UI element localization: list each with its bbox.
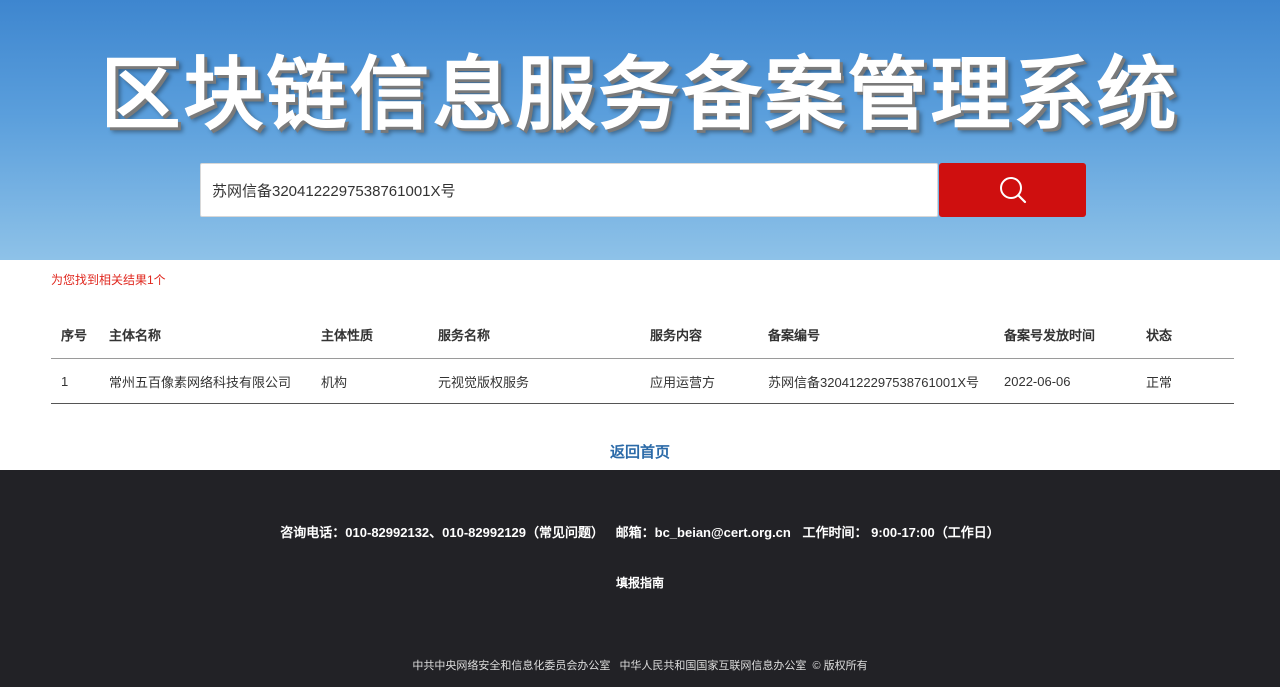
column-header: 服务内容 (650, 310, 768, 359)
table-cell: 正常 (1146, 358, 1234, 404)
table-cell: 苏网信备32041222975387610​01X号 (768, 358, 1004, 404)
table-row: 1 常州五百像素网络科技有限公司 机构 元视觉版权服务 应用运营方 苏网信备32… (51, 358, 1234, 404)
column-header: 状态 (1146, 310, 1234, 359)
search-box[interactable] (200, 163, 938, 217)
copyright: 中共中央网络安全和信息化委员会办公室 中华人民共和国国家互联网信息办公室 © 版权… (0, 657, 1280, 673)
search-button[interactable] (939, 163, 1086, 217)
table-cell: 常州五百像素网络科技有限公司 (109, 358, 321, 404)
search-icon (999, 177, 1026, 204)
column-header: 主体名称 (109, 310, 321, 359)
column-header: 备案号发放时间 (1004, 310, 1146, 359)
column-header: 服务名称 (438, 310, 650, 359)
column-header: 主体性质 (321, 310, 438, 359)
filing-guide-link[interactable]: 填报指南 (0, 574, 1280, 591)
table-cell: 1 (51, 358, 109, 404)
contact-phone: 咨询电话：010-82992132、010-82992129（常见问题） (280, 525, 605, 540)
column-header: 序号 (51, 310, 109, 359)
table-header-row: 序号 主体名称 主体性质 服务名称 服务内容 备案编号 备案号发放时间 状态 (51, 310, 1234, 359)
table-cell: 机构 (321, 358, 438, 404)
table-cell: 2022-06-06 (1004, 358, 1146, 404)
copyright-rights: © 版权所有 (812, 660, 868, 672)
table-cell: 应用运营方 (650, 358, 768, 404)
table-cell: 元视觉版权服务 (438, 358, 650, 404)
column-header: 备案编号 (768, 310, 1004, 359)
copyright-org2: 中华人民共和国国家互联网信息办公室 (619, 660, 807, 672)
contact-email: 邮箱：bc_beian@cert.org.cn (615, 525, 791, 540)
site-title: 区块链信息服务备案管理系统 (100, 48, 1180, 141)
result-summary: 为您找到相关结果1个 (51, 273, 166, 287)
contact-info: 咨询电话：010-82992132、010-82992129（常见问题） 邮箱：… (0, 522, 1280, 541)
search-input[interactable] (201, 164, 937, 216)
back-home-link[interactable]: 返回首页 (0, 441, 1280, 462)
footer: 咨询电话：010-82992132、010-82992129（常见问题） 邮箱：… (0, 470, 1280, 687)
contact-hours: 工作时间： 9:00-17:00（工作日） (802, 525, 1000, 540)
header-banner: 区块链信息服务备案管理系统 (0, 0, 1280, 260)
results-table: 序号 主体名称 主体性质 服务名称 服务内容 备案编号 备案号发放时间 状态 1… (51, 310, 1234, 404)
copyright-org1: 中共中央网络安全和信息化委员会办公室 (412, 660, 611, 672)
